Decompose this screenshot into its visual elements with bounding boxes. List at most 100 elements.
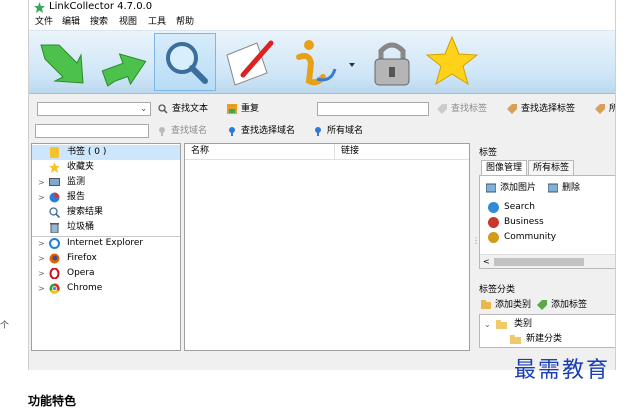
tag-list-panel: 添加图片 删除 Search Business Community < (479, 175, 615, 269)
add-category-label: 添加类别 (495, 300, 532, 310)
category-panel-title: 标签分类 (479, 285, 516, 295)
tree-item-favorites[interactable]: 收藏夹 (32, 160, 180, 175)
expand-arrow-icon[interactable]: > (38, 266, 45, 281)
menu-view[interactable]: 视图 (119, 14, 137, 30)
add-image-button[interactable]: 添加图片 (486, 180, 536, 196)
expand-arrow-icon[interactable]: > (38, 175, 45, 190)
tree-item-reports[interactable]: > 报告 (32, 190, 180, 205)
horizontal-scrollbar[interactable]: < (480, 254, 615, 268)
tag-label: Community (504, 232, 557, 242)
column-header-link[interactable]: 链接 (335, 144, 469, 159)
search-button[interactable] (154, 33, 216, 91)
scrollbar-thumb[interactable] (494, 258, 584, 266)
tag-item-community[interactable]: Community (488, 230, 556, 245)
tree-item-search-results[interactable]: 搜索结果 (32, 205, 180, 220)
opera-icon (49, 268, 60, 279)
search-toolbar-row-2: 查找域名 查找选择域名 所有域名 (29, 120, 615, 142)
find-selected-domain-button[interactable]: 查找选择域名 (227, 123, 295, 139)
ie-icon (49, 238, 60, 249)
menu-search[interactable]: 搜索 (90, 14, 108, 30)
window-title: LinkCollector 4.7.0.0 (49, 1, 153, 12)
search-toolbar-row-1: ⌄ 查找文本 重复 查找标签 查找选择标签 所 (29, 98, 615, 120)
find-domain-button[interactable]: 查找域名 (157, 123, 207, 139)
scroll-left-icon[interactable]: < (483, 255, 490, 268)
info-icon (296, 40, 355, 86)
duplicate-label: 重复 (241, 104, 260, 114)
domain-search-input[interactable] (35, 124, 149, 138)
section-heading: 功能特色 (28, 394, 77, 408)
find-selected-tags-button[interactable]: 查找选择标签 (507, 101, 575, 117)
all-domains-label: 所有域名 (327, 126, 364, 136)
chevron-down-icon[interactable]: ⌄ (140, 103, 147, 115)
browser-label: Chrome (67, 283, 103, 293)
import-button[interactable] (33, 33, 91, 91)
tree-item-trash[interactable]: 垃圾桶 (32, 220, 180, 235)
add-tag-button[interactable]: 添加标签 (537, 297, 587, 313)
tag-add-icon (537, 300, 547, 310)
duplicate-icon (227, 104, 237, 114)
star-icon (49, 162, 60, 173)
pin-icon (229, 127, 235, 136)
chrome-icon (49, 283, 60, 294)
tree-item-bookmarks[interactable]: 书签 ( 0 ) (32, 145, 180, 160)
find-tags-label: 查找标签 (451, 104, 488, 114)
category-root-label: 类别 (514, 319, 533, 329)
browser-item-ie[interactable]: > Internet Explorer (32, 236, 180, 251)
find-text-label: 查找文本 (172, 104, 209, 114)
list-header: 名称 链接 (185, 144, 469, 160)
padlock-icon (374, 42, 410, 86)
image-icon (486, 183, 496, 193)
expand-arrow-icon[interactable]: > (38, 281, 45, 296)
column-header-name[interactable]: 名称 (185, 144, 335, 159)
tree-item-label: 搜索结果 (67, 207, 104, 217)
find-tags-button[interactable]: 查找标签 (437, 101, 487, 117)
search-icon (158, 104, 168, 114)
find-domain-label: 查找域名 (171, 126, 208, 136)
browser-item-chrome[interactable]: > Chrome (32, 281, 180, 296)
favorite-button[interactable] (423, 33, 481, 91)
tab-image-manager[interactable]: 图像管理 (481, 160, 528, 175)
browser-label: Firefox (67, 253, 97, 263)
browser-item-opera[interactable]: > Opera (32, 266, 180, 281)
category-child[interactable]: 新建分类 (480, 332, 615, 347)
lock-button[interactable] (363, 33, 421, 91)
business-tag-icon (488, 217, 499, 228)
tag-label: Search (504, 202, 535, 212)
tag-item-business[interactable]: Business (488, 215, 544, 230)
paper-pencil-icon (226, 40, 274, 86)
edit-button[interactable] (221, 33, 279, 91)
menu-tools[interactable]: 工具 (148, 14, 166, 30)
firefox-icon (49, 253, 60, 264)
browser-label: Internet Explorer (67, 238, 144, 248)
menu-help[interactable]: 帮助 (176, 14, 194, 30)
tab-all-tags[interactable]: 所有标签 (528, 160, 575, 175)
tree-item-monitor[interactable]: > 监测 (32, 175, 180, 190)
folder-tree-panel: 书签 ( 0 ) 收藏夹 > 监测 > 报告 搜索结果 垃圾桶 > Intern… (31, 143, 181, 351)
all-tags-button[interactable]: 所 (595, 101, 615, 117)
browser-item-firefox[interactable]: > Firefox (32, 251, 180, 266)
duplicate-button[interactable]: 重复 (227, 101, 259, 117)
info-button[interactable] (287, 33, 357, 91)
folder-icon (496, 320, 507, 329)
monitor-icon (49, 178, 60, 186)
menu-bar: 文件 编辑 搜索 视图 工具 帮助 (29, 14, 615, 30)
tag-search-input[interactable] (317, 102, 429, 116)
add-category-button[interactable]: 添加类别 (481, 297, 531, 313)
expand-arrow-icon[interactable]: > (38, 251, 45, 266)
image-icon (548, 183, 558, 193)
expand-arrow-icon[interactable]: > (38, 236, 45, 251)
collapse-arrow-icon[interactable]: ⌄ (484, 317, 491, 332)
delete-label: 删除 (562, 183, 581, 193)
search-text-combo[interactable]: ⌄ (37, 102, 151, 116)
delete-image-button[interactable]: 删除 (548, 180, 580, 196)
find-text-button[interactable]: 查找文本 (158, 101, 208, 117)
menu-edit[interactable]: 编辑 (62, 14, 80, 30)
expand-arrow-icon[interactable]: > (38, 190, 45, 205)
watermark: 最需教育 (514, 358, 611, 383)
app-logo-icon (34, 2, 45, 13)
all-domains-button[interactable]: 所有域名 (313, 123, 363, 139)
export-button[interactable] (95, 33, 153, 91)
menu-file[interactable]: 文件 (35, 14, 53, 30)
tag-item-search[interactable]: Search (488, 200, 535, 215)
category-root[interactable]: ⌄ 类别 (480, 317, 615, 332)
